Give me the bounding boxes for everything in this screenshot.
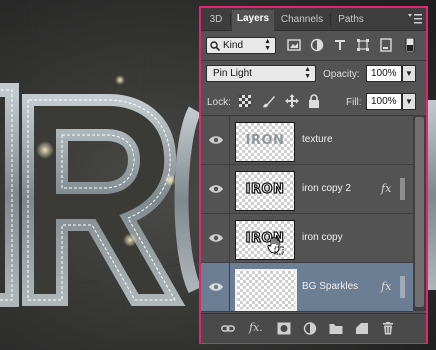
filter-kind-label: Kind [223,40,244,51]
adjustment-filter-icon[interactable] [310,38,324,52]
panel-menu-icon[interactable] [408,13,422,25]
tab-3d[interactable]: 3D [205,12,227,30]
thumbnail-text: IRON [245,230,285,246]
layer-row-texture[interactable]: IRON texture [201,116,413,165]
eye-column-separator [229,263,230,311]
layer-mask-icon[interactable] [277,322,291,335]
layer-row-bg-sparkles[interactable]: BG Sparkles fx [201,263,413,312]
layer-effects-icon[interactable]: fx [381,280,391,293]
layers-scrollbar[interactable] [413,115,426,311]
eye-column-separator [229,165,230,213]
eye-icon[interactable] [209,281,223,293]
layer-row-iron-copy[interactable]: IRON iron copy [201,214,413,263]
fill-input[interactable]: 100% [366,93,402,110]
fill-dropdown-button[interactable]: ▼ [402,93,416,110]
blend-mode-label: Pin Light [213,68,252,79]
tab-separator [230,14,231,26]
opacity-dropdown-button[interactable]: ▼ [402,65,416,82]
eye-column-separator [229,214,230,262]
effects-expand-toggle[interactable] [400,276,405,298]
lock-position-icon[interactable] [285,94,299,108]
adjustment-layer-icon[interactable] [303,322,317,335]
eye-icon[interactable] [209,134,223,146]
layer-name[interactable]: iron copy [302,232,343,243]
panel-divider [201,60,426,61]
lock-image-icon[interactable] [262,94,276,108]
tab-channels[interactable]: Channels [277,12,327,30]
opacity-input[interactable]: 100% [366,65,402,82]
chevron-updown-icon: ▲ ▼ [264,38,271,52]
layer-thumbnail: IRON [235,122,295,162]
layer-name[interactable]: iron copy 2 [302,183,351,194]
search-icon [210,41,220,51]
layer-effects-icon[interactable]: fx [381,182,391,195]
scrollbar-thumb[interactable] [415,117,424,307]
tab-separator [330,14,331,26]
tab-paths[interactable]: Paths [334,12,368,30]
layer-thumbnail: IRON [235,220,295,260]
lock-all-icon[interactable] [308,94,320,108]
chevron-updown-icon: ▲ ▼ [304,66,311,80]
delete-layer-icon[interactable] [381,322,395,335]
type-filter-icon[interactable] [333,38,347,52]
layers-bottom-toolbar: fx. [201,313,426,343]
fill-label: Fill: [346,97,362,108]
blend-mode-dropdown[interactable]: Pin Light ▲ ▼ [206,65,316,82]
layer-thumbnail [235,269,297,311]
filter-toggle-icon[interactable] [405,38,415,52]
thumbnail-text: IRON [245,181,285,197]
eye-icon[interactable] [209,183,223,195]
hand-cursor-icon [267,237,284,255]
layer-name[interactable]: texture [302,134,333,145]
link-layers-icon[interactable] [221,322,235,335]
eye-icon[interactable] [209,232,223,244]
lock-transparency-icon[interactable] [239,95,251,107]
smart-object-filter-icon[interactable] [379,38,393,52]
opacity-label: Opacity: [323,69,360,80]
lock-label: Lock: [207,97,231,108]
layer-name[interactable]: BG Sparkles [302,281,358,292]
layer-thumbnail: IRON [235,171,295,211]
new-layer-icon[interactable] [355,322,369,335]
layer-style-icon[interactable]: fx. [249,321,263,334]
layers-panel: 3D Layers Channels Paths Kind ▲ ▼ Pin Li… [199,6,428,344]
filter-kind-dropdown[interactable]: Kind ▲ ▼ [206,37,276,54]
eye-column-separator [229,116,230,164]
thumbnail-text: IRON [245,133,285,148]
image-filter-icon[interactable] [287,38,301,52]
tab-layers[interactable]: Layers [232,10,274,31]
layer-row-iron-copy-2[interactable]: IRON iron copy 2 fx [201,165,413,214]
new-group-icon[interactable] [329,322,343,335]
panel-tab-bar: 3D Layers Channels Paths [201,8,426,31]
effects-expand-toggle[interactable] [400,178,405,200]
shape-filter-icon[interactable] [356,38,370,52]
